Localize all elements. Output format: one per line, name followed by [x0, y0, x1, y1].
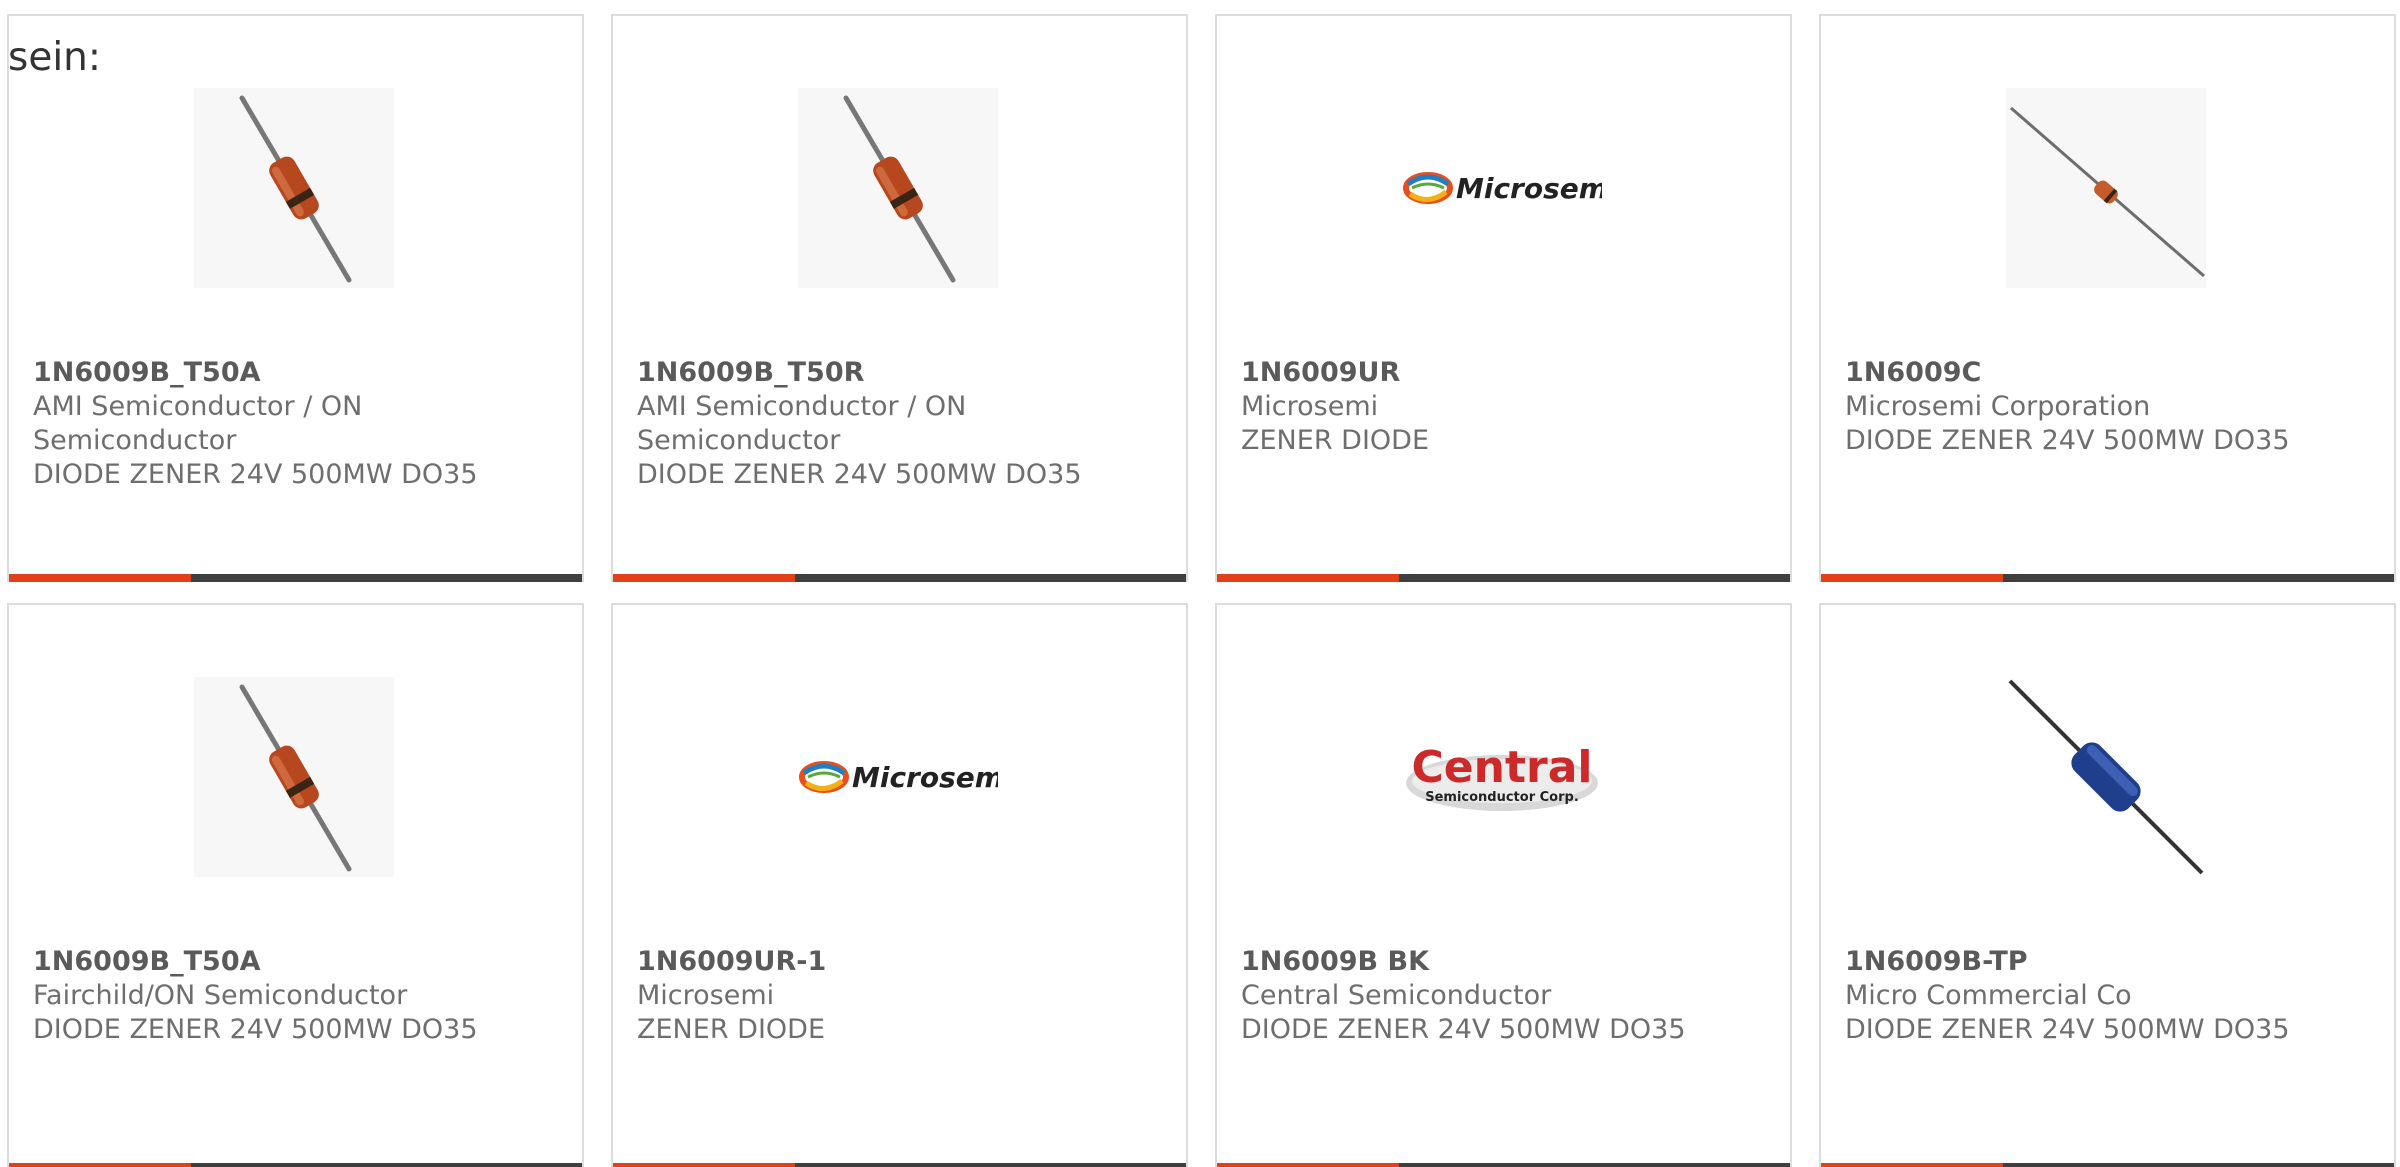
orange-glass-diode-diagonal-icon [194, 677, 394, 877]
svg-text:Microsemi: Microsemi [1456, 172, 1602, 205]
orange-glass-diode-diagonal-icon [798, 88, 998, 288]
blue-axial-diode-icon [2006, 677, 2206, 877]
part-description: DIODE ZENER 24V 500MW DO35 [1845, 1014, 2290, 1045]
manufacturer-line: Microsemi [637, 980, 775, 1011]
part-number-link[interactable]: 1N6009UR [1241, 356, 1770, 390]
part-number-link[interactable]: 1N6009B BK [1241, 945, 1770, 979]
card-footer-bar [1821, 1163, 2394, 1167]
svg-text:Central: Central [1412, 742, 1593, 793]
product-card[interactable]: 1N6009B_T50A Fairchild/ON Semiconductor … [7, 603, 584, 1167]
orange-glass-diode-diagonal-icon [194, 88, 394, 288]
part-description: DIODE ZENER 24V 500MW DO35 [33, 459, 478, 490]
product-card[interactable]: Microsemi 1N6009UR-1 Microsemi ZENER DIO… [611, 603, 1188, 1167]
manufacturer-line: AMI Semiconductor / ON [33, 391, 363, 422]
product-info: 1N6009UR Microsemi ZENER DIODE [1241, 356, 1770, 458]
manufacturer-line: Central Semiconductor [1241, 980, 1552, 1011]
card-footer-bar [9, 574, 582, 582]
part-number-link[interactable]: 1N6009UR-1 [637, 945, 1166, 979]
part-number-link[interactable]: 1N6009C [1845, 356, 2374, 390]
card-footer-bar [1821, 574, 2394, 582]
manufacturer-line: Micro Commercial Co [1845, 980, 2132, 1011]
intro-text: sein: [8, 35, 102, 80]
part-description: ZENER DIODE [1241, 425, 1430, 456]
card-footer-bar [1217, 574, 1790, 582]
manufacturer-line: Semiconductor [637, 425, 841, 456]
part-description: DIODE ZENER 24V 500MW DO35 [33, 1014, 478, 1045]
product-card[interactable]: 1N6009B_T50R AMI Semiconductor / ON Semi… [611, 14, 1188, 582]
svg-text:Semiconductor Corp.: Semiconductor Corp. [1425, 790, 1579, 805]
part-description: ZENER DIODE [637, 1014, 826, 1045]
part-description: DIODE ZENER 24V 500MW DO35 [1845, 425, 2290, 456]
product-info: 1N6009B BK Central Semiconductor DIODE Z… [1241, 945, 1770, 1047]
small-axial-diode-icon [2006, 88, 2206, 288]
product-info: 1N6009B-TP Micro Commercial Co DIODE ZEN… [1845, 945, 2374, 1047]
part-number-link[interactable]: 1N6009B_T50R [637, 356, 1166, 390]
card-footer-bar [9, 1163, 582, 1167]
product-info: 1N6009C Microsemi Corporation DIODE ZENE… [1845, 356, 2374, 458]
product-card[interactable]: 1N6009C Microsemi Corporation DIODE ZENE… [1819, 14, 2396, 582]
product-card[interactable]: Central Semiconductor Corp. 1N6009B BK C… [1215, 603, 1792, 1167]
microsemi-logo: Microsemi [1402, 88, 1602, 288]
svg-text:Microsemi: Microsemi [852, 761, 998, 794]
card-footer-bar [613, 574, 1186, 582]
product-grid: 1N6009B_T50A AMI Semiconductor / ON Semi… [7, 14, 2400, 1167]
part-description: DIODE ZENER 24V 500MW DO35 [637, 459, 1082, 490]
product-card[interactable]: 1N6009B_T50A AMI Semiconductor / ON Semi… [7, 14, 584, 582]
product-info: 1N6009B_T50R AMI Semiconductor / ON Semi… [637, 356, 1166, 492]
central-semiconductor-logo: Central Semiconductor Corp. [1402, 677, 1602, 877]
manufacturer-line: Semiconductor [33, 425, 237, 456]
part-description: DIODE ZENER 24V 500MW DO35 [1241, 1014, 1686, 1045]
manufacturer-line: AMI Semiconductor / ON [637, 391, 967, 422]
product-info: 1N6009UR-1 Microsemi ZENER DIODE [637, 945, 1166, 1047]
product-card[interactable]: 1N6009B-TP Micro Commercial Co DIODE ZEN… [1819, 603, 2396, 1167]
manufacturer-line: Microsemi [1241, 391, 1379, 422]
product-info: 1N6009B_T50A Fairchild/ON Semiconductor … [33, 945, 562, 1047]
card-footer-bar [1217, 1163, 1790, 1167]
part-number-link[interactable]: 1N6009B_T50A [33, 945, 562, 979]
microsemi-logo: Microsemi [798, 677, 998, 877]
card-footer-bar [613, 1163, 1186, 1167]
product-info: 1N6009B_T50A AMI Semiconductor / ON Semi… [33, 356, 562, 492]
manufacturer-line: Fairchild/ON Semiconductor [33, 980, 408, 1011]
part-number-link[interactable]: 1N6009B_T50A [33, 356, 562, 390]
manufacturer-line: Microsemi Corporation [1845, 391, 2151, 422]
part-number-link[interactable]: 1N6009B-TP [1845, 945, 2374, 979]
product-card[interactable]: Microsemi 1N6009UR Microsemi ZENER DIODE [1215, 14, 1792, 582]
